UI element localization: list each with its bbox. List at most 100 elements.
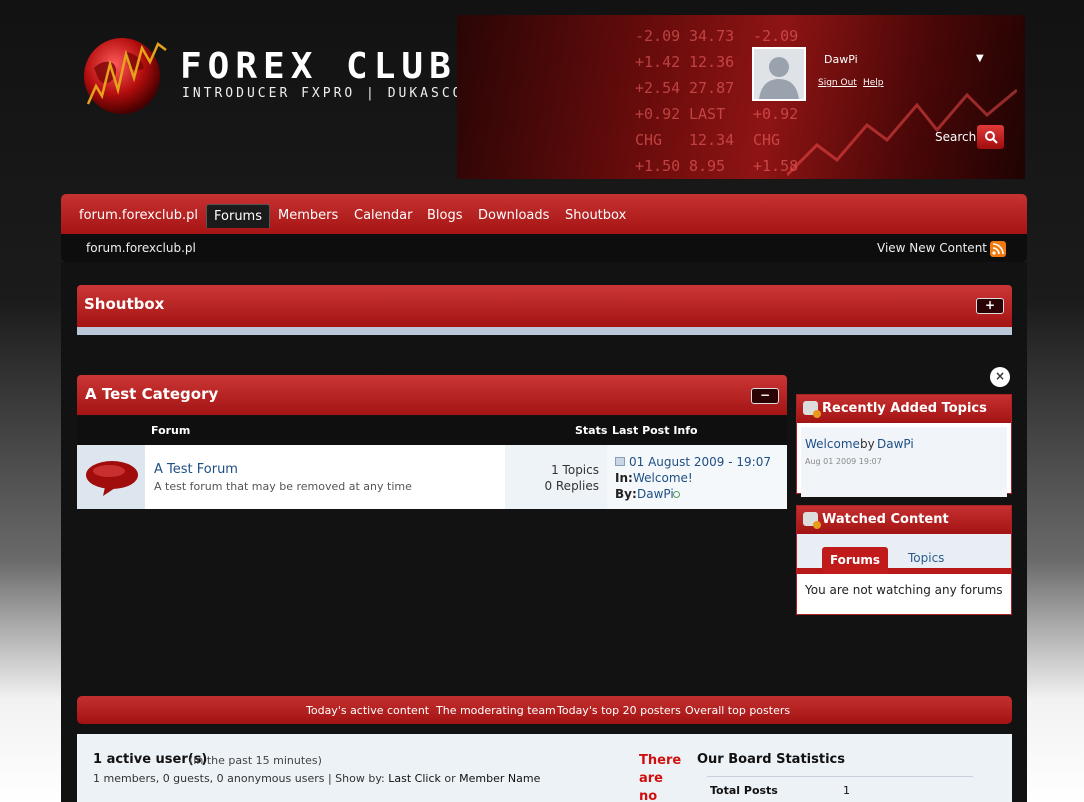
tab-topics[interactable]: Topics: [908, 551, 944, 565]
last-post-cell: 01 August 2009 - 19:07 In: Welcome! By: …: [607, 445, 787, 509]
ticker-value: -2.09: [753, 27, 799, 45]
forum-stats-cell: 1 Topics 0 Replies: [505, 445, 607, 509]
sign-out-link[interactable]: Sign Out: [818, 78, 857, 88]
logo-title: FOREX CLUB: [180, 46, 457, 87]
last-topic-link[interactable]: Welcome!: [633, 471, 693, 485]
close-sidebar-button[interactable]: ×: [990, 367, 1010, 387]
ticker-column: 34.73 12.36 27.87 LAST 12.34 8.95: [689, 23, 734, 179]
board-stats-panel: 1 active user(s) (in the past 15 minutes…: [77, 734, 1012, 802]
ticker-value: 12.34: [689, 131, 735, 149]
recent-topics-block: Recently Added Topics Welcome by DawPi A…: [796, 394, 1012, 497]
table-row: A Test Forum A test forum that may be re…: [77, 445, 787, 509]
ticker-value: CHG: [635, 131, 663, 149]
show-by-label: | Show by:: [327, 772, 385, 785]
sub-nav: forum.forexclub.pl View New Content: [61, 234, 1027, 262]
last-poster-link[interactable]: DawPi: [637, 487, 674, 501]
ticker-value: +0.92: [635, 105, 681, 123]
by-text: by: [860, 437, 875, 451]
search-label: Search: [935, 130, 977, 144]
nav-item-members[interactable]: Members: [271, 204, 345, 228]
user-silhouette-icon: [759, 57, 799, 99]
total-posts-value: 1: [843, 784, 850, 797]
shoutbox-header: Shoutbox +: [77, 285, 1012, 327]
user-card-icon[interactable]: [673, 491, 680, 498]
active-users-counts: 1 members, 0 guests, 0 anonymous users |…: [93, 772, 540, 785]
search-button[interactable]: [977, 125, 1004, 149]
globe-logo-icon: [84, 38, 167, 114]
ticker-value: 8.95: [689, 157, 726, 175]
forum-description: A test forum that may be removed at any …: [154, 480, 412, 493]
forum-title-link[interactable]: A Test Forum: [154, 462, 238, 477]
watched-content-header: Watched Content: [797, 506, 1011, 534]
recent-topic-author-link[interactable]: DawPi: [877, 437, 914, 451]
user-counts-text: 1 members, 0 guests, 0 anonymous users: [93, 772, 325, 785]
chevron-down-icon[interactable]: ▼: [976, 53, 984, 64]
nav-item-shoutbox[interactable]: Shoutbox: [558, 204, 633, 228]
recent-topic-date: Aug 01 2009 19:07: [805, 457, 882, 466]
stats-divider: [707, 776, 973, 777]
ticker-value: LAST: [689, 105, 726, 123]
total-posts-label: Total Posts: [710, 784, 778, 797]
nav-item-calendar[interactable]: Calendar: [347, 204, 419, 228]
category-title[interactable]: A Test Category: [85, 385, 218, 403]
nav-item-forums[interactable]: Forums: [206, 204, 270, 228]
nav-item-blogs[interactable]: Blogs: [420, 204, 470, 228]
moderating-team-link[interactable]: The moderating team: [436, 704, 556, 717]
forum-status-cell: [77, 445, 145, 509]
no-users-notice: There are no: [639, 753, 682, 802]
view-new-content-link[interactable]: View New Content: [877, 241, 987, 255]
username[interactable]: DawPi: [824, 53, 858, 66]
watched-content-block: Watched Content Forums Topics You are no…: [796, 505, 1012, 615]
speech-bubble-icon: [86, 461, 138, 496]
shoutbox-title: Shoutbox: [84, 295, 165, 313]
ticker-value: +2.54: [635, 79, 681, 97]
tab-forums[interactable]: Forums: [822, 547, 888, 574]
recent-topics-body: Welcome by DawPi Aug 01 2009 19:07: [801, 427, 1007, 497]
collapse-category-button[interactable]: −: [751, 388, 779, 404]
nav-item-downloads[interactable]: Downloads: [471, 204, 556, 228]
topics-icon: [803, 401, 821, 418]
topics-count: 1 Topics: [551, 463, 599, 477]
goto-last-post-icon[interactable]: [615, 457, 625, 466]
forum-info-cell: A Test Forum A test forum that may be re…: [145, 445, 505, 509]
board-statistics-title: Our Board Statistics: [697, 752, 845, 767]
ticker-value: 34.73: [689, 27, 735, 45]
nav-item-site[interactable]: forum.forexclub.pl: [72, 204, 205, 228]
help-link[interactable]: Help: [863, 78, 884, 88]
ticker-value: -2.09: [635, 27, 681, 45]
search-icon: [984, 131, 998, 144]
main-nav: forum.forexclub.pl Forums Members Calend…: [61, 194, 1027, 234]
active-users-subtitle: (in the past 15 minutes): [189, 754, 322, 767]
ticker-value: +1.50: [635, 157, 681, 175]
user-panel: DawPi ▼ Sign Out Help: [752, 47, 1010, 105]
avatar[interactable]: [752, 47, 806, 101]
in-label: In:: [615, 471, 633, 485]
ticker-value: 12.36: [689, 53, 735, 71]
rss-glyph: [992, 243, 1004, 255]
expand-shoutbox-button[interactable]: +: [976, 298, 1004, 314]
recent-topics-title: Recently Added Topics: [822, 401, 987, 416]
watched-content-title: Watched Content: [822, 512, 949, 527]
todays-active-content-link[interactable]: Today's active content: [306, 704, 429, 717]
or-text: or: [444, 772, 456, 785]
ticker-column: -2.09+1.42+2.54+0.92CHG+1.50+0.84: [635, 23, 680, 179]
category-header: A Test Category −: [77, 375, 787, 415]
breadcrumb[interactable]: forum.forexclub.pl: [86, 241, 196, 255]
by-label: By:: [615, 487, 637, 501]
watch-icon: [803, 512, 821, 529]
recent-topic-link[interactable]: Welcome: [805, 437, 860, 451]
logo-subtitle: INTRODUCER FXPRO | DUKASCOPY: [182, 86, 486, 101]
top-20-posters-link[interactable]: Today's top 20 posters: [557, 704, 681, 717]
replies-count: 0 Replies: [544, 479, 599, 493]
sort-last-click-link[interactable]: Last Click: [388, 772, 441, 785]
col-header-stats: Stats: [575, 424, 608, 437]
rss-icon[interactable]: [990, 241, 1006, 257]
ticker-value: 27.87: [689, 79, 735, 97]
forum-table-header: Forum Stats Last Post Info: [77, 416, 787, 445]
board-links-bar: Today's active content The moderating te…: [77, 696, 1012, 724]
shoutbox-collapsed-body: [77, 327, 1012, 335]
last-post-date[interactable]: 01 August 2009 - 19:07: [629, 455, 771, 469]
sort-member-name-link[interactable]: Member Name: [459, 772, 540, 785]
ticker-value: +1.42: [635, 53, 681, 71]
overall-top-posters-link[interactable]: Overall top posters: [685, 704, 790, 717]
